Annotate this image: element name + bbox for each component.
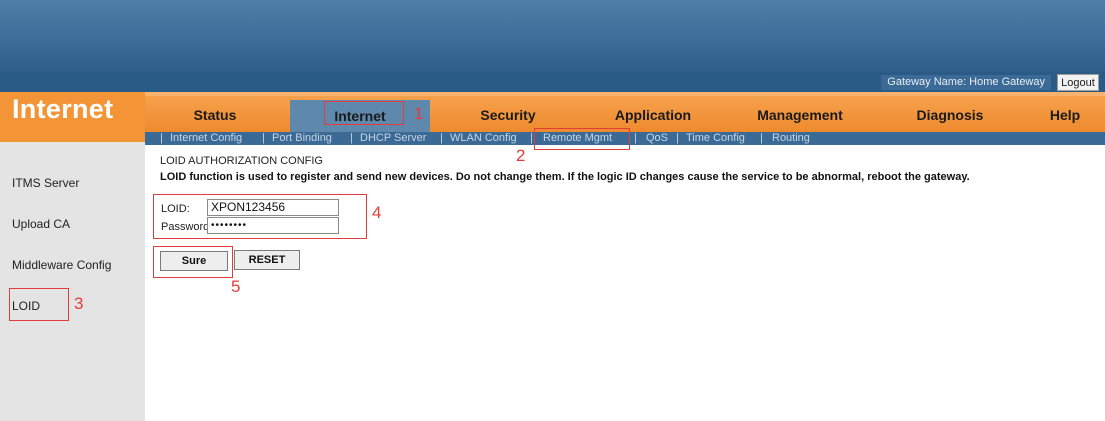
section-description: LOID function is used to register and se… [160, 171, 970, 183]
annotation-box-internet [324, 101, 404, 125]
subnav-qos[interactable]: QoS [646, 131, 668, 145]
gateway-name: Gateway Name: Home Gateway [881, 75, 1051, 90]
annotation-number-2: 2 [516, 146, 526, 165]
sub-nav-separator: | [530, 132, 533, 144]
sidebar-item-middleware-config[interactable]: Middleware Config [12, 258, 111, 272]
sub-nav-separator: | [676, 132, 679, 144]
tab-help[interactable]: Help [1040, 104, 1090, 126]
sidebar-item-upload-ca[interactable]: Upload CA [12, 217, 70, 231]
sub-nav-separator: | [160, 132, 163, 144]
top-banner [0, 0, 1105, 72]
page-brand-title: Internet [12, 94, 114, 124]
reset-button[interactable]: RESET [234, 250, 300, 270]
subnav-internet-config[interactable]: Internet Config [170, 131, 242, 145]
annotation-box-credentials [153, 194, 367, 239]
sub-nav-separator: | [634, 132, 637, 144]
tab-diagnosis[interactable]: Diagnosis [895, 104, 1005, 126]
sub-nav-separator: | [350, 132, 353, 144]
section-title: LOID AUTHORIZATION CONFIG [160, 155, 323, 167]
sub-nav-separator: | [440, 132, 443, 144]
subnav-wlan-config[interactable]: WLAN Config [450, 131, 517, 145]
subnav-time-config[interactable]: Time Config [686, 131, 745, 145]
annotation-number-5: 5 [231, 277, 241, 296]
logout-button[interactable]: Logout [1057, 74, 1099, 91]
tab-application[interactable]: Application [598, 104, 708, 126]
annotation-box-loid [9, 288, 69, 321]
sub-nav-separator: | [262, 132, 265, 144]
annotation-number-1: 1 [414, 104, 424, 123]
tab-security[interactable]: Security [462, 104, 554, 126]
subnav-routing[interactable]: Routing [772, 131, 810, 145]
annotation-box-remote-mgmt [534, 128, 630, 150]
subnav-port-binding[interactable]: Port Binding [272, 131, 332, 145]
tab-management[interactable]: Management [745, 104, 855, 126]
tab-status[interactable]: Status [160, 104, 270, 126]
annotation-number-3: 3 [74, 294, 84, 313]
subnav-dhcp-server[interactable]: DHCP Server [360, 131, 426, 145]
sub-nav-separator: | [760, 132, 763, 144]
annotation-box-sure [153, 246, 233, 278]
annotation-number-4: 4 [372, 203, 382, 222]
sidebar-item-itms-server[interactable]: ITMS Server [12, 176, 79, 190]
